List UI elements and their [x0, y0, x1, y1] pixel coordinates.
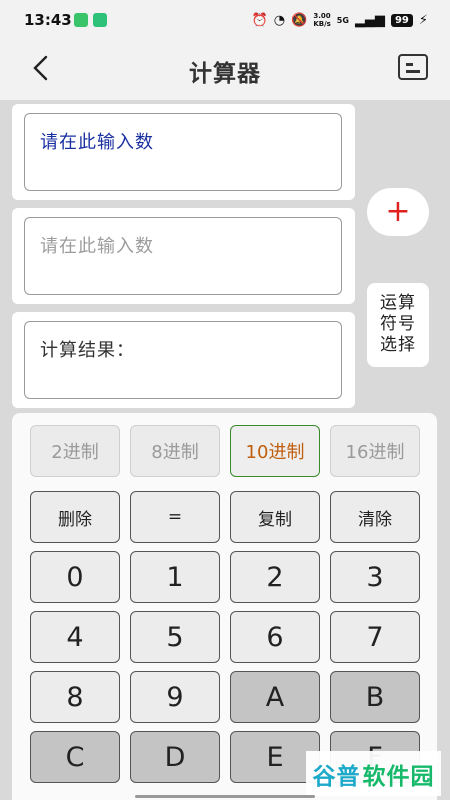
notification-icon-2	[93, 13, 107, 27]
key-a[interactable]: A	[230, 671, 320, 723]
base-8-button[interactable]: 8进制	[130, 425, 220, 477]
status-bar: 13:43 ⏰ ◔ 🔕 3.00 KB/s 5G ▂▄▆ 99 ⚡	[0, 0, 450, 40]
operator-select-line-1: 运算	[380, 293, 416, 313]
charging-icon: ⚡	[418, 12, 428, 28]
first-number-input[interactable]: 请在此输入数	[24, 113, 342, 191]
copy-button[interactable]: 复制	[230, 491, 320, 543]
key-9[interactable]: 9	[130, 671, 220, 723]
operator-select-button[interactable]: 运算 符号 选择	[367, 283, 429, 367]
key-d[interactable]: D	[130, 731, 220, 783]
key-0[interactable]: 0	[30, 551, 120, 603]
signal-bars-icon: ▂▄▆	[354, 12, 385, 28]
net-speed-value: 3.00	[313, 12, 331, 20]
result-field: 计算结果：	[24, 321, 342, 399]
status-time: 13:43	[24, 11, 72, 29]
watermark-part-2: 软件园	[362, 763, 435, 790]
notification-icon	[74, 13, 88, 27]
net-speed-unit: KB/s	[313, 20, 331, 28]
operator-select-line-2: 符号	[380, 314, 416, 334]
battery-indicator: 99	[390, 13, 413, 27]
net-speed: 3.00 KB/s	[313, 12, 330, 28]
key-2[interactable]: 2	[230, 551, 320, 603]
base-2-button[interactable]: 2进制	[30, 425, 120, 477]
app-header: 计算器	[0, 40, 450, 98]
mute-icon: 🔕	[291, 12, 308, 28]
key-8[interactable]: 8	[30, 671, 120, 723]
key-1[interactable]: 1	[130, 551, 220, 603]
key-b[interactable]: B	[330, 671, 420, 723]
top-area: 13:43 ⏰ ◔ 🔕 3.00 KB/s 5G ▂▄▆ 99 ⚡ 计算器	[0, 0, 450, 100]
speedometer-icon: ◔	[273, 12, 286, 28]
equals-button[interactable]: =	[130, 491, 220, 543]
base-16-button[interactable]: 16进制	[330, 425, 420, 477]
clear-button[interactable]: 清除	[330, 491, 420, 543]
key-4[interactable]: 4	[30, 611, 120, 663]
second-input-card: 请在此输入数	[12, 208, 355, 304]
history-list-icon[interactable]	[398, 54, 428, 80]
second-number-input[interactable]: 请在此输入数	[24, 217, 342, 295]
delete-button[interactable]: 删除	[30, 491, 120, 543]
watermark-part-1: 谷普	[312, 763, 361, 790]
page-title: 计算器	[189, 61, 261, 87]
first-input-card: 请在此输入数	[12, 104, 355, 200]
watermark-logo: 谷普 软件园	[306, 751, 441, 796]
home-indicator[interactable]	[135, 795, 315, 798]
key-6[interactable]: 6	[230, 611, 320, 663]
keypad-panel: 2进制 8进制 10进制 16进制 删除 = 复制 清除 0 1 2 3 4 5…	[12, 413, 437, 800]
key-c[interactable]: C	[30, 731, 120, 783]
key-7[interactable]: 7	[330, 611, 420, 663]
alarm-icon: ⏰	[251, 12, 268, 28]
signal-label: 5G	[336, 15, 349, 25]
result-card: 计算结果：	[12, 312, 355, 408]
key-5[interactable]: 5	[130, 611, 220, 663]
status-icons: ⏰ ◔ 🔕 3.00 KB/s 5G ▂▄▆ 99 ⚡	[252, 10, 428, 30]
base-10-button[interactable]: 10进制	[230, 425, 320, 477]
operator-plus-button[interactable]: +	[367, 188, 429, 236]
operator-select-line-3: 选择	[380, 335, 416, 355]
key-3[interactable]: 3	[330, 551, 420, 603]
